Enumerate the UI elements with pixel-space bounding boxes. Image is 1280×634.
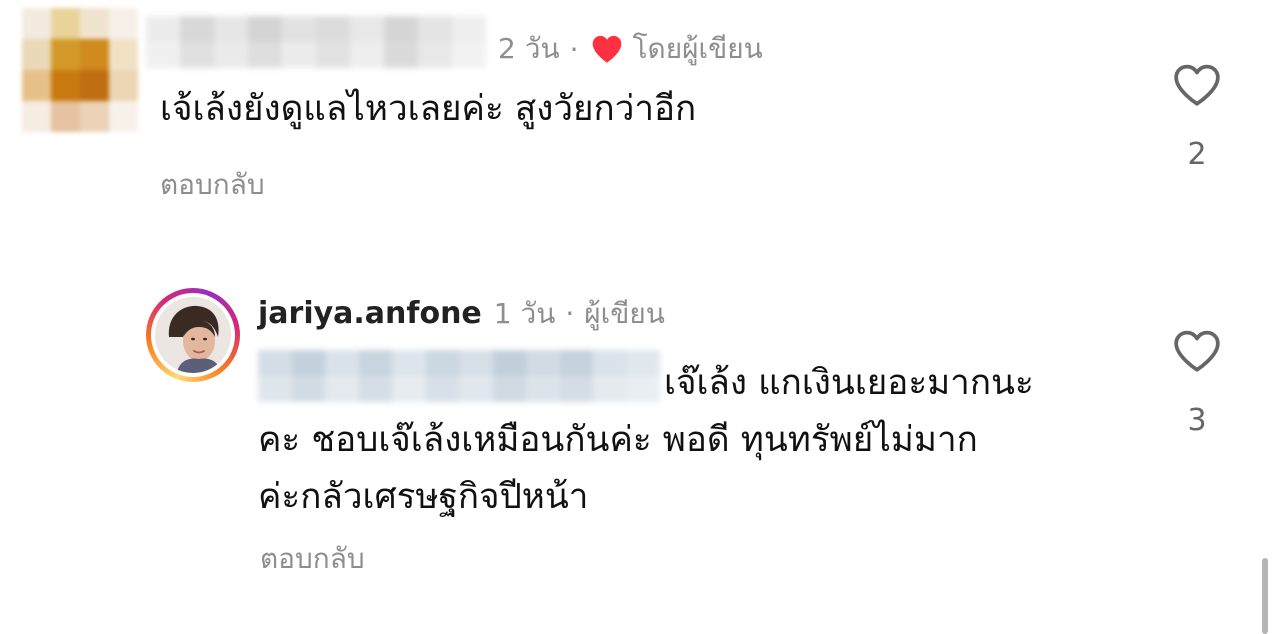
like-count: 3 <box>1187 403 1207 438</box>
comment-meta: 2 วัน · โดยผู้เขียน <box>498 27 763 71</box>
comments-panel: 2 วัน · โดยผู้เขียน เจ้เล้งยังดูแลไหวเลย… <box>0 0 1280 634</box>
heart-outline-icon[interactable] <box>1172 328 1222 374</box>
author-avatar[interactable] <box>146 288 240 382</box>
author-row: jariya.anfone 1 วัน · ผู้เขียน <box>258 292 665 336</box>
reply-button[interactable]: ตอบกลับ <box>260 537 365 581</box>
comment-meta: 1 วัน · ผู้เขียน <box>494 292 665 336</box>
comment-text: เจ้เล้งยังดูแลไหวเลยค่ะ สูงวัยกว่าอีก <box>160 89 697 129</box>
avatar-portrait-image <box>155 297 231 373</box>
avatar[interactable] <box>22 8 138 132</box>
meta-separator: · <box>565 297 575 330</box>
liked-by-author-label: โดยผู้เขียน <box>632 32 763 65</box>
meta-separator: · <box>569 32 579 66</box>
like-count: 2 <box>1187 137 1207 172</box>
author-username[interactable]: jariya.anfone <box>258 296 482 331</box>
reply-button[interactable]: ตอบกลับ <box>160 163 265 207</box>
comment-time: 1 วัน <box>493 297 556 330</box>
avatar-ring-gap <box>151 293 235 377</box>
username-redacted[interactable] <box>146 16 486 68</box>
heart-outline-icon[interactable] <box>1172 62 1222 108</box>
reply-text-line: คะ ชอบเจ๊เล้งเหมือนกันค่ะ พอดี ทุนทรัพย์… <box>258 420 978 460</box>
reply-text-line: ค่ะกลัวเศรษฐกิจปีหน้า <box>258 477 589 517</box>
reply-text: เจ๊เล้ง แกเงินเยอะมากนะ คะ ชอบเจ๊เล้งเหม… <box>258 355 1138 526</box>
reply-text-line: เจ๊เล้ง แกเงินเยอะมากนะ <box>664 363 1034 403</box>
author-label: ผู้เขียน <box>584 297 665 330</box>
comment-time: 2 วัน <box>498 32 560 65</box>
scrollbar[interactable] <box>1262 558 1268 634</box>
avatar-photo <box>155 297 231 373</box>
heart-filled-icon <box>593 35 622 63</box>
